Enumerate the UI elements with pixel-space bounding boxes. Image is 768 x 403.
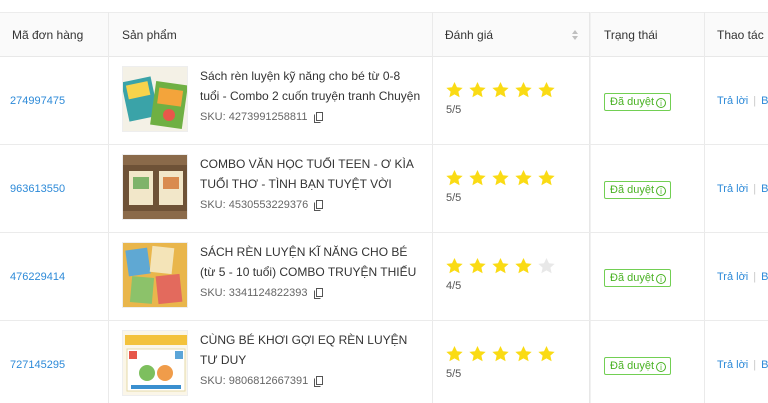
copy-icon[interactable] [313, 111, 323, 123]
star-filled-icon [515, 81, 532, 98]
product-name[interactable]: CÙNG BÉ KHƠI GỢI EQ RÈN LUYỆN TƯ DUY [200, 330, 422, 370]
header-order-code: Mã đơn hàng [12, 28, 84, 42]
status-label: Đã duyệt [610, 96, 655, 108]
star-filled-icon [538, 345, 555, 362]
header-product: Sản phẩm [122, 28, 177, 42]
action-separator: | [753, 183, 757, 195]
reply-link[interactable]: Trả lời [717, 359, 748, 371]
star-filled-icon [538, 169, 555, 186]
product-thumbnail[interactable] [122, 66, 188, 132]
star-filled-icon [492, 169, 509, 186]
product-thumbnail[interactable] [122, 242, 188, 308]
rating-score: 5/5 [446, 368, 462, 380]
order-id-link[interactable]: 274997475 [10, 95, 65, 107]
reply-link[interactable]: Trả lời [717, 183, 748, 195]
product-name[interactable]: COMBO VĂN HỌC TUỔI TEEN - Ơ KÌA TUỔI THƠ… [200, 154, 422, 194]
star-filled-icon [515, 345, 532, 362]
header-status: Trạng thái [604, 28, 658, 42]
rating-stars [445, 345, 560, 365]
sku-text: SKU: 3341124822393 [200, 287, 308, 299]
product-sku: SKU: 4530553229376 [200, 199, 324, 211]
rating-stars [445, 257, 560, 277]
product-thumbnail[interactable] [122, 154, 188, 220]
reply-link[interactable]: Trả lời [717, 95, 748, 107]
star-filled-icon [446, 257, 463, 274]
star-filled-icon [515, 257, 532, 274]
row-actions: Trả lời | B [717, 183, 768, 195]
rating-score: 5/5 [446, 104, 462, 116]
copy-icon[interactable] [313, 287, 323, 299]
status-label: Đã duyệt [610, 360, 655, 372]
status-badge: Đã duyệt i [604, 357, 672, 375]
star-filled-icon [538, 81, 555, 98]
more-action-link[interactable]: B [761, 359, 768, 371]
star-empty-icon [538, 257, 555, 274]
status-badge: Đã duyệt i [604, 269, 672, 287]
status-label: Đã duyệt [610, 272, 655, 284]
rating-score: 4/5 [446, 280, 462, 292]
action-separator: | [753, 359, 757, 371]
info-icon[interactable]: i [656, 186, 667, 196]
product-name[interactable]: Sách rèn luyện kỹ năng cho bé từ 0-8 tuổ… [200, 66, 422, 106]
product-sku: SKU: 4273991258811 [200, 111, 323, 123]
column-divider [108, 12, 109, 57]
star-filled-icon [469, 257, 486, 274]
header-rating[interactable]: Đánh giá [433, 13, 493, 57]
rating-stars [445, 81, 560, 101]
sku-text: SKU: 4273991258811 [200, 111, 308, 123]
order-id-link[interactable]: 963613550 [10, 183, 65, 195]
order-id-link[interactable]: 476229414 [10, 271, 65, 283]
star-filled-icon [469, 169, 486, 186]
star-filled-icon [446, 169, 463, 186]
star-filled-icon [515, 169, 532, 186]
sku-text: SKU: 9806812667391 [200, 375, 309, 387]
copy-icon[interactable] [314, 199, 324, 211]
table-row: 476229414 SÁCH RÈN LUYỆN KĨ NĂNG CHO BÉ … [0, 233, 768, 321]
copy-icon[interactable] [314, 375, 324, 387]
star-filled-icon [492, 345, 509, 362]
status-label: Đã duyệt [610, 184, 655, 196]
sku-text: SKU: 4530553229376 [200, 199, 309, 211]
rating-score: 5/5 [446, 192, 462, 204]
reply-link[interactable]: Trả lời [717, 271, 748, 283]
more-action-link[interactable]: B [761, 271, 768, 283]
table-row: 727145295 CÙNG BÉ KHƠI GỢI EQ RÈN LUYỆN … [0, 321, 768, 403]
more-action-link[interactable]: B [761, 95, 768, 107]
row-actions: Trả lời | B [717, 95, 768, 107]
star-filled-icon [492, 81, 509, 98]
status-badge: Đã duyệt i [604, 181, 672, 199]
order-id-link[interactable]: 727145295 [10, 359, 65, 371]
sort-icon[interactable] [571, 29, 579, 41]
product-sku: SKU: 3341124822393 [200, 287, 323, 299]
more-action-link[interactable]: B [761, 183, 768, 195]
product-thumbnail[interactable] [122, 330, 188, 396]
product-name[interactable]: SÁCH RÈN LUYỆN KĨ NĂNG CHO BÉ (từ 5 - 10… [200, 242, 422, 282]
star-filled-icon [469, 81, 486, 98]
star-filled-icon [446, 81, 463, 98]
product-sku: SKU: 9806812667391 [200, 375, 324, 387]
rating-stars [445, 169, 560, 189]
info-icon[interactable]: i [656, 274, 667, 284]
table-row: 274997475 Sách rèn luyện kỹ năng cho bé … [0, 57, 768, 145]
info-icon[interactable]: i [656, 362, 667, 372]
row-actions: Trả lời | B [717, 271, 768, 283]
star-filled-icon [446, 345, 463, 362]
reviews-table: Mã đơn hàng Sản phẩm Đánh giá Trạng thái… [0, 0, 768, 403]
table-row: 963613550 COMBO VĂN HỌC TUỔI TEEN - Ơ KÌ… [0, 145, 768, 233]
table-header: Mã đơn hàng Sản phẩm Đánh giá Trạng thái… [0, 12, 768, 57]
star-filled-icon [469, 345, 486, 362]
status-badge: Đã duyệt i [604, 93, 672, 111]
star-filled-icon [492, 257, 509, 274]
info-icon[interactable]: i [656, 98, 667, 108]
action-separator: | [753, 95, 757, 107]
header-actions: Thao tác [717, 28, 764, 42]
action-separator: | [753, 271, 757, 283]
row-actions: Trả lời | B [717, 359, 768, 371]
